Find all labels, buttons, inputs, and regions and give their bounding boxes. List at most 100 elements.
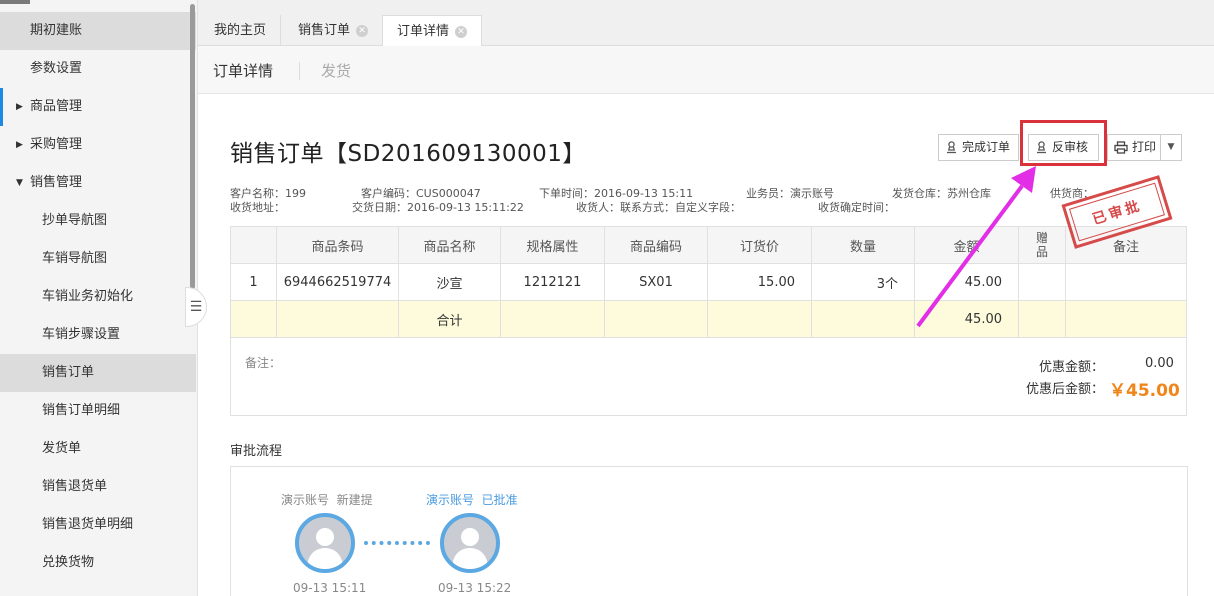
approval-title: 审批流程 bbox=[230, 444, 283, 459]
tab-label: 我的主页 bbox=[214, 23, 267, 38]
delivery-date: 交货日期：2016-09-13 15:11:22 bbox=[352, 201, 524, 214]
sidebar-scrollbar[interactable] bbox=[190, 4, 195, 289]
summary-section: 备注： 优惠金额： 0.00 优惠后金额： ￥45.00 bbox=[230, 338, 1187, 416]
approval-step-time: 09-13 15:22 bbox=[438, 581, 512, 595]
sidebar-item-label: 销售退货单明细 bbox=[42, 517, 134, 532]
sidebar-item-label: 期初建账 bbox=[30, 23, 83, 38]
note-cell bbox=[1065, 263, 1187, 301]
sidebar-item-label: 抄单导航图 bbox=[42, 213, 108, 228]
spec-cell: 1212121 bbox=[500, 263, 605, 301]
sidebar: 期初建账 参数设置 ▶ 商品管理 ▶ 采购管理 ▼ 销售管理 抄单导航图 车销导航图 … bbox=[0, 0, 207, 596]
tab-sales-order[interactable]: 销售订单 ✕ bbox=[284, 15, 384, 46]
amount-cell: 45.00 bbox=[914, 263, 1019, 301]
tab-bar: 我的主页 销售订单 ✕ 订单详情 ✕ bbox=[198, 0, 1214, 47]
caret-down-icon: ▼ bbox=[16, 178, 23, 188]
sidebar-item-sales-return[interactable]: 销售退货单 bbox=[0, 468, 196, 506]
remark-label: 备注： bbox=[245, 356, 282, 370]
close-icon[interactable]: ✕ bbox=[455, 25, 468, 38]
sidebar-item-params[interactable]: 参数设置 bbox=[0, 50, 196, 88]
column-header: 商品条码 bbox=[276, 226, 399, 264]
tab-label: 销售订单 bbox=[298, 23, 351, 38]
sub-navigation: 订单详情 发货 bbox=[198, 46, 1214, 94]
sidebar-item-label: 销售订单明细 bbox=[42, 403, 121, 418]
table-row: 1 6944662519774 沙宣 1212121 SX01 15.00 3个… bbox=[230, 263, 1187, 301]
sidebar-item-sales-return-detail[interactable]: 销售退货单明细 bbox=[0, 506, 196, 544]
empty-cell bbox=[707, 300, 812, 338]
sidebar-item-label: 销售退货单 bbox=[42, 479, 108, 494]
flow-connector bbox=[364, 541, 430, 545]
button-label: 打印 bbox=[1132, 140, 1157, 154]
approval-step-label: 演示账号 新建提 bbox=[281, 493, 373, 507]
sidebar-item-label: 销售订单 bbox=[42, 365, 95, 380]
empty-cell bbox=[276, 300, 399, 338]
close-icon[interactable]: ✕ bbox=[356, 24, 369, 37]
sidebar-item-sales-order-detail[interactable]: 销售订单明细 bbox=[0, 392, 196, 430]
items-table: 商品条码 商品名称 规格属性 商品编码 订货价 数量 金额 赠品 备注 1 69… bbox=[230, 226, 1187, 338]
sidebar-item-label: 车销导航图 bbox=[42, 251, 108, 266]
empty-cell bbox=[1018, 300, 1066, 338]
print-dropdown-button[interactable]: ▼ bbox=[1160, 134, 1182, 161]
caret-right-icon: ▶ bbox=[16, 140, 23, 150]
user-icon bbox=[452, 528, 488, 569]
stamp-icon bbox=[947, 141, 956, 154]
page-title: 销售订单【SD201609130001】 bbox=[230, 141, 586, 167]
empty-cell bbox=[1065, 300, 1187, 338]
sidebar-item-van-init[interactable]: 车销业务初始化 bbox=[0, 278, 196, 316]
sidebar-item-label: 采购管理 bbox=[30, 137, 83, 152]
caret-right-icon: ▶ bbox=[16, 102, 23, 112]
sidebar-item-purchase[interactable]: ▶ 采购管理 bbox=[0, 126, 196, 164]
column-header bbox=[230, 226, 277, 264]
stamp-text: 已审批 bbox=[1090, 197, 1145, 229]
sidebar-item-label: 车销步骤设置 bbox=[42, 327, 121, 342]
row-index: 1 bbox=[230, 263, 277, 301]
approval-flow bbox=[230, 466, 1188, 596]
avatar bbox=[295, 513, 355, 573]
receiver-info: 收货人：联系方式：自定义字段： bbox=[576, 201, 741, 214]
product-code-cell: SX01 bbox=[604, 263, 708, 301]
confirm-time: 收货确定时间： bbox=[818, 201, 895, 214]
discount-label: 优惠金额： bbox=[1039, 360, 1105, 375]
subnav-order-detail[interactable]: 订单详情 bbox=[213, 60, 273, 81]
sidebar-item-opening-accounts[interactable]: 期初建账 bbox=[0, 12, 196, 50]
tab-order-detail[interactable]: 订单详情 ✕ bbox=[382, 15, 483, 47]
sidebar-item-delivery[interactable]: 发货单 bbox=[0, 430, 196, 468]
sidebar-item-copy-nav[interactable]: 抄单导航图 bbox=[0, 202, 196, 240]
approval-step-label: 演示账号 已批准 bbox=[426, 493, 518, 507]
sidebar-top-mark bbox=[0, 0, 30, 4]
avatar bbox=[440, 513, 500, 573]
sidebar-item-label: 车销业务初始化 bbox=[42, 289, 134, 304]
sidebar-item-goods[interactable]: ▶ 商品管理 bbox=[0, 88, 196, 126]
column-header: 规格属性 bbox=[500, 226, 605, 264]
table-header-row: 商品条码 商品名称 规格属性 商品编码 订货价 数量 金额 赠品 备注 bbox=[230, 226, 1187, 264]
sidebar-item-van-steps[interactable]: 车销步骤设置 bbox=[0, 316, 196, 354]
after-discount-label: 优惠后金额： bbox=[1026, 382, 1105, 397]
menu-icon: ☰ bbox=[189, 299, 203, 315]
sidebar-item-sales-order[interactable]: 销售订单 bbox=[0, 354, 196, 392]
subnav-ship[interactable]: 发货 bbox=[321, 60, 351, 81]
divider bbox=[299, 62, 300, 80]
print-button[interactable]: 打印 bbox=[1107, 134, 1161, 161]
tab-home[interactable]: 我的主页 bbox=[200, 15, 282, 46]
empty-cell bbox=[604, 300, 708, 338]
discount-value: 0.00 bbox=[1145, 356, 1174, 371]
total-label: 合计 bbox=[398, 300, 501, 338]
complete-order-button[interactable]: 完成订单 bbox=[938, 134, 1019, 161]
column-header: 数量 bbox=[811, 226, 915, 264]
total-amount: 45.00 bbox=[914, 300, 1019, 338]
user-icon bbox=[307, 528, 343, 569]
printer-icon bbox=[1114, 141, 1128, 154]
approval-step-time: 09-13 15:11 bbox=[293, 581, 367, 595]
chevron-down-icon: ▼ bbox=[1167, 142, 1175, 152]
collapse-sidebar-button[interactable]: ☰ bbox=[185, 287, 207, 327]
gift-cell bbox=[1018, 263, 1066, 301]
button-label: 完成订单 bbox=[962, 140, 1011, 154]
total-row: 合计 45.00 bbox=[230, 300, 1187, 338]
sidebar-item-label: 发货单 bbox=[42, 441, 82, 456]
sidebar-item-sales[interactable]: ▼ 销售管理 bbox=[0, 164, 196, 202]
sidebar-item-exchange[interactable]: 兑换货物 bbox=[0, 544, 196, 582]
highlight-box bbox=[1020, 120, 1107, 166]
sidebar-item-van-nav[interactable]: 车销导航图 bbox=[0, 240, 196, 278]
empty-cell bbox=[811, 300, 915, 338]
tab-label: 订单详情 bbox=[397, 24, 450, 39]
barcode-cell: 6944662519774 bbox=[276, 263, 399, 301]
